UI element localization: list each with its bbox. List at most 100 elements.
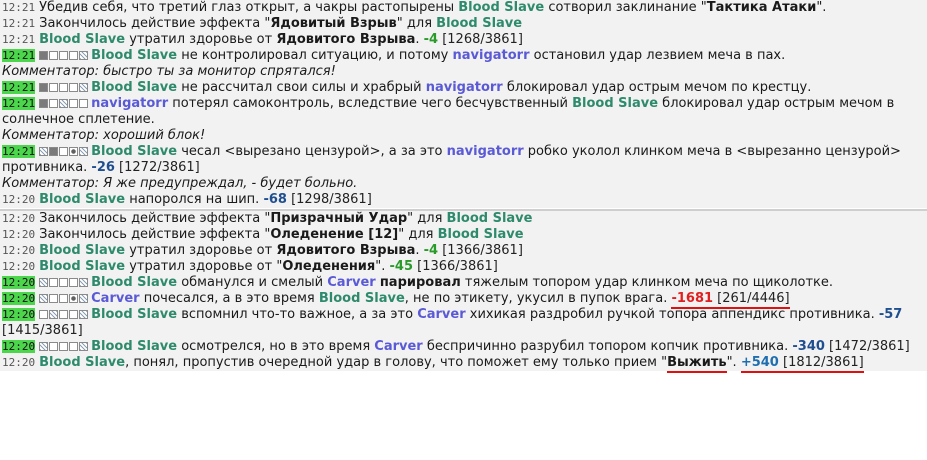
- log-text: почесался, а в это время: [139, 291, 319, 306]
- player-name[interactable]: Blood Slave: [572, 96, 658, 111]
- player-name[interactable]: Carver: [91, 291, 139, 306]
- player-name[interactable]: navigatorr: [447, 144, 524, 159]
- player-name[interactable]: navigatorr: [452, 48, 529, 63]
- player-name[interactable]: Blood Slave: [438, 227, 524, 242]
- log-line: 12:20 Blood Slave, понял, пропустив очере…: [0, 355, 927, 373]
- hp-readout: [1812/3861]: [778, 355, 864, 370]
- zone-icon: [69, 83, 79, 92]
- log-text: Закончилось действие эффекта ": [39, 227, 271, 242]
- commentator-line: Комментатор: быстро ты за монитор спрята…: [2, 64, 336, 79]
- damage-amount: -1681: [671, 291, 714, 306]
- log-line: 12:20 Закончилось действие эффекта "Оледе…: [0, 227, 927, 243]
- player-name[interactable]: Blood Slave: [91, 275, 177, 290]
- damage-amount: -4: [423, 32, 439, 47]
- log-line: 12:20 Закончилось действие эффекта "Призр…: [0, 211, 927, 227]
- zone-icon: [59, 147, 69, 156]
- player-name[interactable]: Blood Slave: [436, 16, 522, 31]
- log-text: утратил здоровье от ": [125, 259, 283, 274]
- damage-amount: -340: [792, 339, 825, 354]
- log-line: 12:21 Убедив себя, что третий глаз открыт…: [0, 0, 927, 16]
- timestamp: 12:21: [2, 81, 36, 94]
- effect-name: Оледенение [12]: [270, 227, 399, 242]
- zone-icon: [39, 310, 49, 319]
- log-text: .: [415, 32, 424, 47]
- player-name[interactable]: Blood Slave: [91, 80, 177, 95]
- zone-icon: [59, 294, 69, 303]
- log-text: ".: [375, 259, 390, 274]
- player-name[interactable]: Blood Slave: [91, 144, 177, 159]
- timestamp: 12:20: [2, 212, 36, 225]
- log-text: " для: [396, 16, 437, 31]
- zone-icon: [79, 278, 89, 287]
- player-name[interactable]: Blood Slave: [39, 243, 125, 258]
- player-name[interactable]: navigatorr: [91, 96, 168, 111]
- log-text: осмотрелся, но в это время: [177, 339, 375, 354]
- timestamp: 12:20: [2, 228, 36, 241]
- log-text: .: [415, 243, 424, 258]
- zone-icon: [79, 147, 89, 156]
- player-name[interactable]: Blood Slave: [39, 32, 125, 47]
- log-text: напоролся на шип.: [125, 192, 264, 207]
- log-line: 12:20 Carver почесался, а в это время Blo…: [0, 291, 927, 309]
- hp-readout: [1366/3861]: [438, 243, 523, 258]
- combat-log: 12:21 Убедив себя, что третий глаз открыт…: [0, 0, 927, 373]
- timestamp: 12:20: [2, 244, 36, 257]
- hit-zone-icons: [39, 307, 89, 322]
- zone-icon: [39, 99, 49, 108]
- player-name[interactable]: Blood Slave: [319, 291, 405, 306]
- zone-icon: [79, 294, 89, 303]
- hp-readout: [1272/3861]: [114, 160, 200, 175]
- action-word: парировал: [379, 275, 461, 290]
- zone-icon: [39, 342, 49, 351]
- player-name[interactable]: Blood Slave: [447, 211, 533, 226]
- zone-icon: [69, 342, 79, 351]
- timestamp: 12:21: [2, 1, 36, 14]
- player-name[interactable]: Blood Slave: [39, 192, 125, 207]
- log-text: ".: [816, 0, 827, 15]
- log-line: 12:21 Blood Slave не контролировал ситуац…: [0, 48, 927, 64]
- log-line: 12:21 navigatorr потерял самоконтроль, вс…: [0, 96, 927, 128]
- log-line: 12:20 Blood Slave вспомнил что-то важное,…: [0, 307, 927, 339]
- damage-amount: -68: [263, 192, 287, 207]
- player-name[interactable]: Blood Slave: [91, 307, 177, 322]
- log-line: 12:21 Blood Slave чесал <вырезано цензуро…: [0, 144, 927, 176]
- zone-icon: [79, 342, 89, 351]
- zone-icon: [59, 83, 69, 92]
- damage-amount: -4: [423, 243, 439, 258]
- player-name[interactable]: Carver: [327, 275, 375, 290]
- player-name[interactable]: navigatorr: [426, 80, 503, 95]
- zone-icon: [49, 310, 59, 319]
- player-name[interactable]: Blood Slave: [91, 339, 177, 354]
- log-line: 12:21 Закончилось действие эффекта "Ядови…: [0, 16, 927, 32]
- log-text: " для: [398, 227, 438, 242]
- zone-icon: [39, 147, 49, 156]
- player-name[interactable]: Blood Slave: [39, 355, 125, 370]
- log-text: не контролировал ситуацию, и потому: [177, 48, 453, 63]
- damage-source: Ядовитого Взрыва: [276, 243, 416, 258]
- log-text: вспомнил что-то важное, а за это: [177, 307, 418, 322]
- player-name[interactable]: Carver: [417, 307, 465, 322]
- commentator-line: Комментатор: хороший блок!: [2, 128, 206, 143]
- zone-icon: [69, 51, 79, 60]
- log-line: 12:20 Blood Slave напоролся на шип. -68 […: [0, 192, 927, 208]
- player-name[interactable]: Blood Slave: [458, 0, 544, 15]
- hit-zone-icons: [39, 80, 89, 95]
- log-text: хихикая раздробил ручкой топора аппендик…: [465, 307, 879, 322]
- log-text: чесал <вырезано цензурой>, а за это: [177, 144, 447, 159]
- zone-icon: [59, 278, 69, 287]
- log-line: 12:20 Blood Slave осмотрелся, но в это вр…: [0, 339, 927, 355]
- timestamp: 12:21: [2, 145, 36, 158]
- player-name[interactable]: Carver: [374, 339, 422, 354]
- log-line: 12:21 Blood Slave не рассчитал свои силы …: [0, 80, 927, 96]
- timestamp: 12:21: [2, 97, 36, 110]
- damage-source: Оледенения: [282, 259, 376, 274]
- zone-icon: [59, 99, 69, 108]
- zone-icon: [49, 294, 59, 303]
- player-name[interactable]: Blood Slave: [91, 48, 177, 63]
- hit-zone-icons: [39, 339, 89, 354]
- timestamp: 12:20: [2, 193, 36, 206]
- damage-amount: -57: [878, 307, 903, 322]
- commentator-line: Комментатор: Я же предупреждал, - будет …: [2, 176, 358, 191]
- player-name[interactable]: Blood Slave: [39, 259, 125, 274]
- zone-icon: [79, 51, 89, 60]
